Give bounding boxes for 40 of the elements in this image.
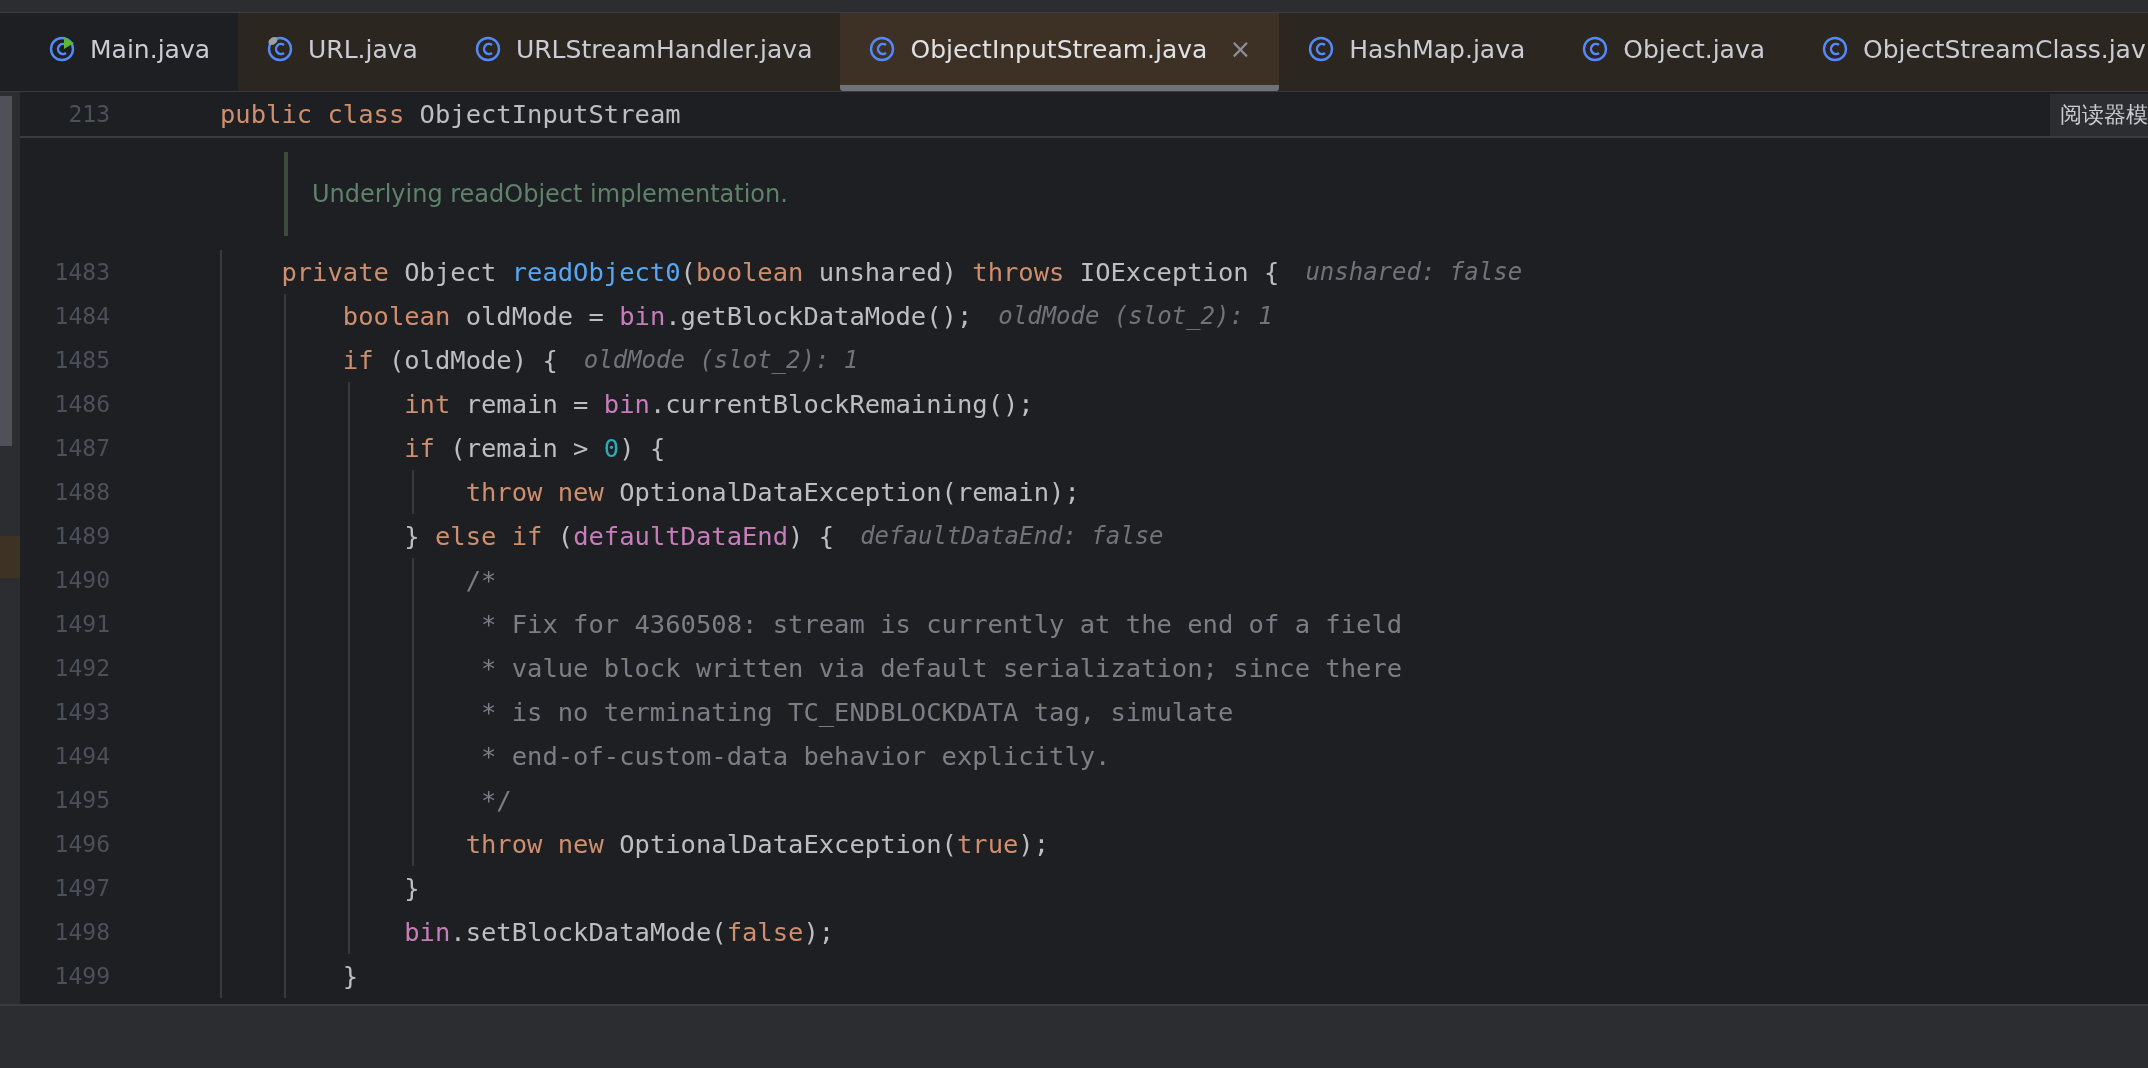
code-line: * Fix for 4360508: stream is currently at the end of a field (480, 609, 1403, 639)
class-link-icon (266, 35, 294, 63)
code-line: } (403, 873, 420, 903)
code-line: } else if (defaultDataEnd) { (403, 521, 835, 551)
code-line: * value block written via default serialization; since there (480, 653, 1403, 683)
file-tab[interactable]: Object.java (1553, 13, 1794, 91)
inline-value-hint: oldMode (slot_2): 1 (998, 302, 1273, 330)
class-run-icon (48, 35, 76, 63)
close-icon[interactable]: × (1229, 34, 1252, 64)
code-line: if (remain > 0) { (403, 433, 666, 463)
class-icon (1307, 35, 1336, 63)
file-tab[interactable]: URLStreamHandler.java (445, 13, 841, 91)
code-line: bin.setBlockDataMode(false); (403, 917, 835, 947)
code-line: if (oldMode) { (341, 345, 558, 375)
class-icon (1581, 35, 1610, 63)
code-line: /* (464, 565, 497, 595)
code-line: * end-of-custom-data behavior explicitly. (480, 741, 1111, 771)
inline-value-hint: defaultDataEnd: false (860, 522, 1164, 550)
file-tab[interactable]: HashMap.java (1279, 13, 1554, 91)
class-icon (1821, 35, 1850, 63)
code-line: * is no terminating TC_ENDBLOCKDATA tag, simulate (480, 697, 1234, 727)
code-line: throw new OptionalDataException(remain); (464, 477, 1080, 507)
inline-value-hint: unshared: false (1305, 258, 1523, 286)
code-line: */ (480, 785, 512, 815)
file-tab[interactable]: ObjectStreamClass.jav (1793, 13, 2148, 91)
code-line: int remain = bin.currentBlockRemaining(); (403, 389, 1034, 419)
gutter-marker (0, 536, 20, 578)
inline-value-hint: oldMode (slot_2): 1 (583, 346, 859, 374)
code-line: boolean oldMode = bin.getBlockDataMode(); (341, 301, 973, 331)
code-line: public class ObjectInputStream (220, 99, 681, 129)
rendered-doc-comment: Underlying readObject implementation. (284, 152, 788, 236)
code-line: throw new OptionalDataException(true); (464, 829, 1050, 859)
file-tab[interactable]: URL.java (238, 13, 446, 91)
class-icon (473, 35, 502, 63)
file-tab[interactable]: ObjectInputStream.java × (840, 13, 1280, 91)
reader-mode-label[interactable]: 阅读器模 (2050, 94, 2148, 136)
class-icon (868, 35, 897, 63)
scrollbar-thumb[interactable] (0, 96, 12, 446)
code-line: } (341, 961, 359, 991)
code-line: private Object readObject0(boolean unshared) throws IOException { (280, 257, 1280, 287)
